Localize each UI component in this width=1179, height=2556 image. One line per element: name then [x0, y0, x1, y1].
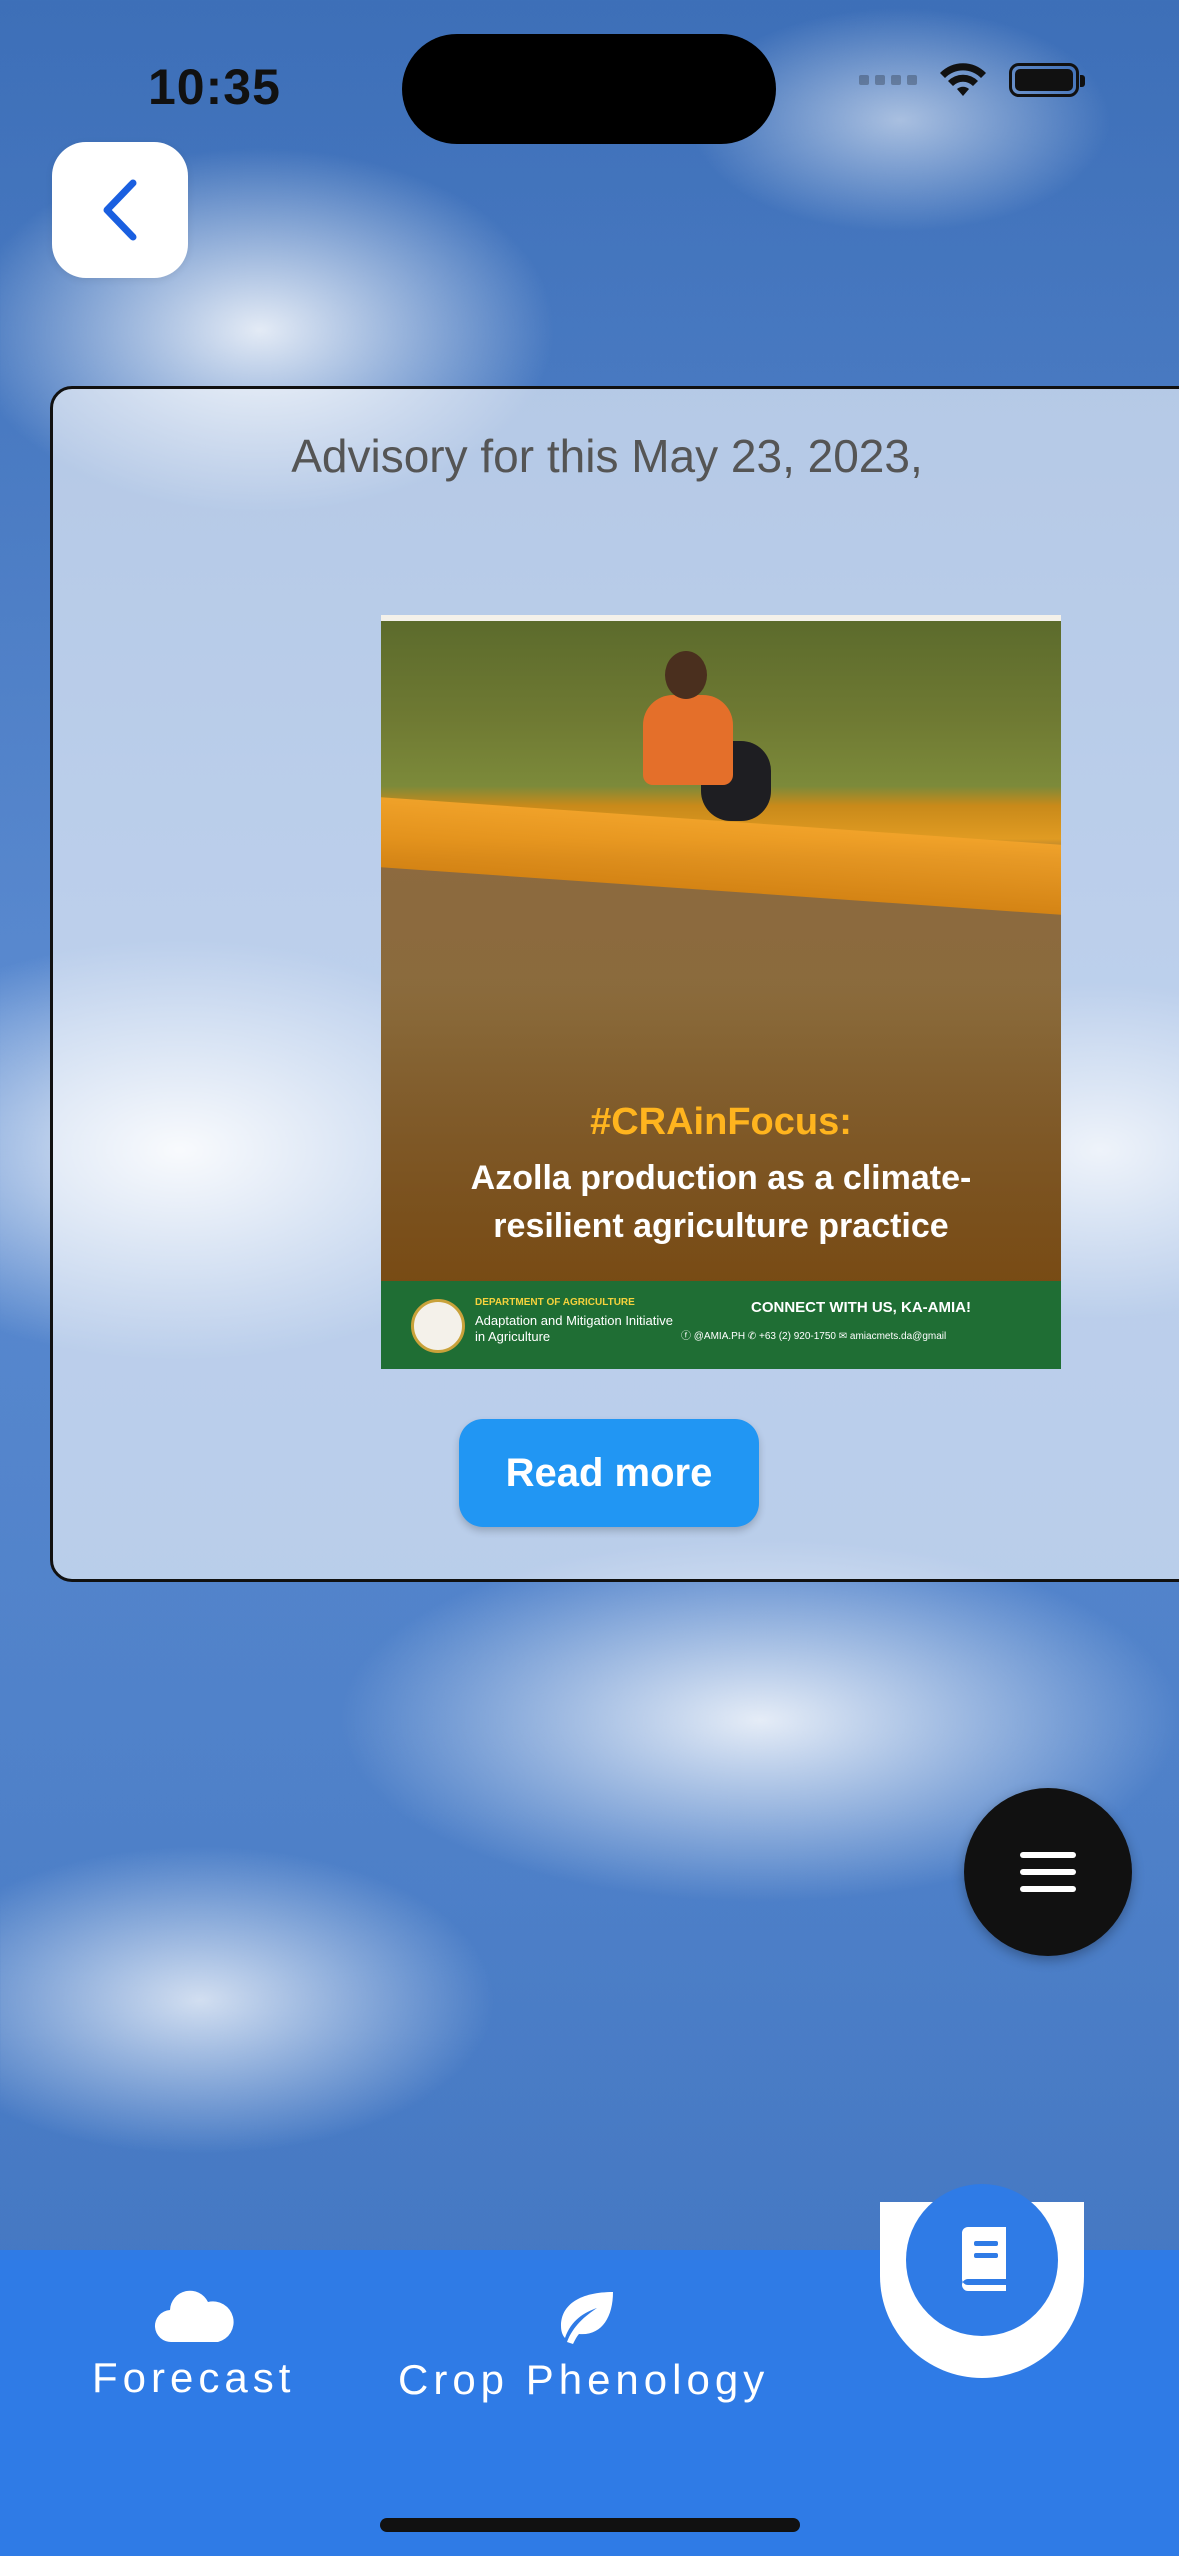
read-more-button[interactable]: Read more: [459, 1419, 759, 1527]
wifi-icon: [940, 63, 986, 96]
book-icon: [962, 2227, 1006, 2291]
footer-org-name: Adaptation and Mitigation Initiative in …: [475, 1313, 674, 1344]
amia-logo-icon: [411, 1299, 465, 1353]
status-bar: 10:35: [0, 0, 1179, 170]
footer-department: DEPARTMENT OF AGRICULTURE: [475, 1297, 635, 1308]
dynamic-island: [402, 34, 776, 144]
status-icons: [859, 62, 1085, 98]
advisory-book-button[interactable]: [906, 2184, 1058, 2336]
leaf-icon: [560, 2292, 613, 2344]
image-footer: DEPARTMENT OF AGRICULTURE Adaptation and…: [381, 1281, 1061, 1369]
cellular-signal-icon: [859, 75, 917, 85]
nav-item-crop-phenology[interactable]: Crop Phenology: [398, 2290, 769, 2404]
nav-label-crop-phenology: Crop Phenology: [398, 2356, 770, 2403]
chevron-left-icon: [103, 179, 137, 241]
advisory-photo: #CRAinFocus: Azolla production as a clim…: [381, 621, 1061, 1281]
image-headline-line1: Azolla production as a climate-: [470, 1159, 972, 1197]
nav-label-forecast: Forecast: [92, 2354, 296, 2401]
nav-item-forecast[interactable]: Forecast: [92, 2290, 295, 2402]
status-time: 10:35: [148, 59, 281, 115]
battery-icon: [1009, 63, 1085, 97]
advisory-title: Advisory for this May 23, 2023,: [291, 430, 923, 482]
back-button[interactable]: [52, 142, 188, 278]
farmer-figure: [643, 651, 771, 821]
footer-connect: CONNECT WITH US, KA-AMIA!: [751, 1299, 971, 1316]
cloud-icon: [154, 2290, 234, 2343]
home-indicator: [380, 2518, 800, 2532]
image-hashtag: #CRAinFocus:: [590, 1101, 852, 1143]
image-headline: #CRAinFocus: Azolla production as a clim…: [381, 1101, 1061, 1250]
footer-contacts: ⓕ @AMIA.PH ✆ +63 (2) 920-1750 ✉ amiacmet…: [681, 1331, 947, 1342]
advisory-card: Advisory for this May 23, 2023, #CRAinFo…: [50, 386, 1179, 1582]
advisory-image[interactable]: #CRAinFocus: Azolla production as a clim…: [381, 615, 1061, 1369]
hamburger-menu-icon: [1020, 1852, 1076, 1892]
menu-button[interactable]: [964, 1788, 1132, 1956]
image-headline-line2: resilient agriculture practice: [493, 1207, 949, 1245]
